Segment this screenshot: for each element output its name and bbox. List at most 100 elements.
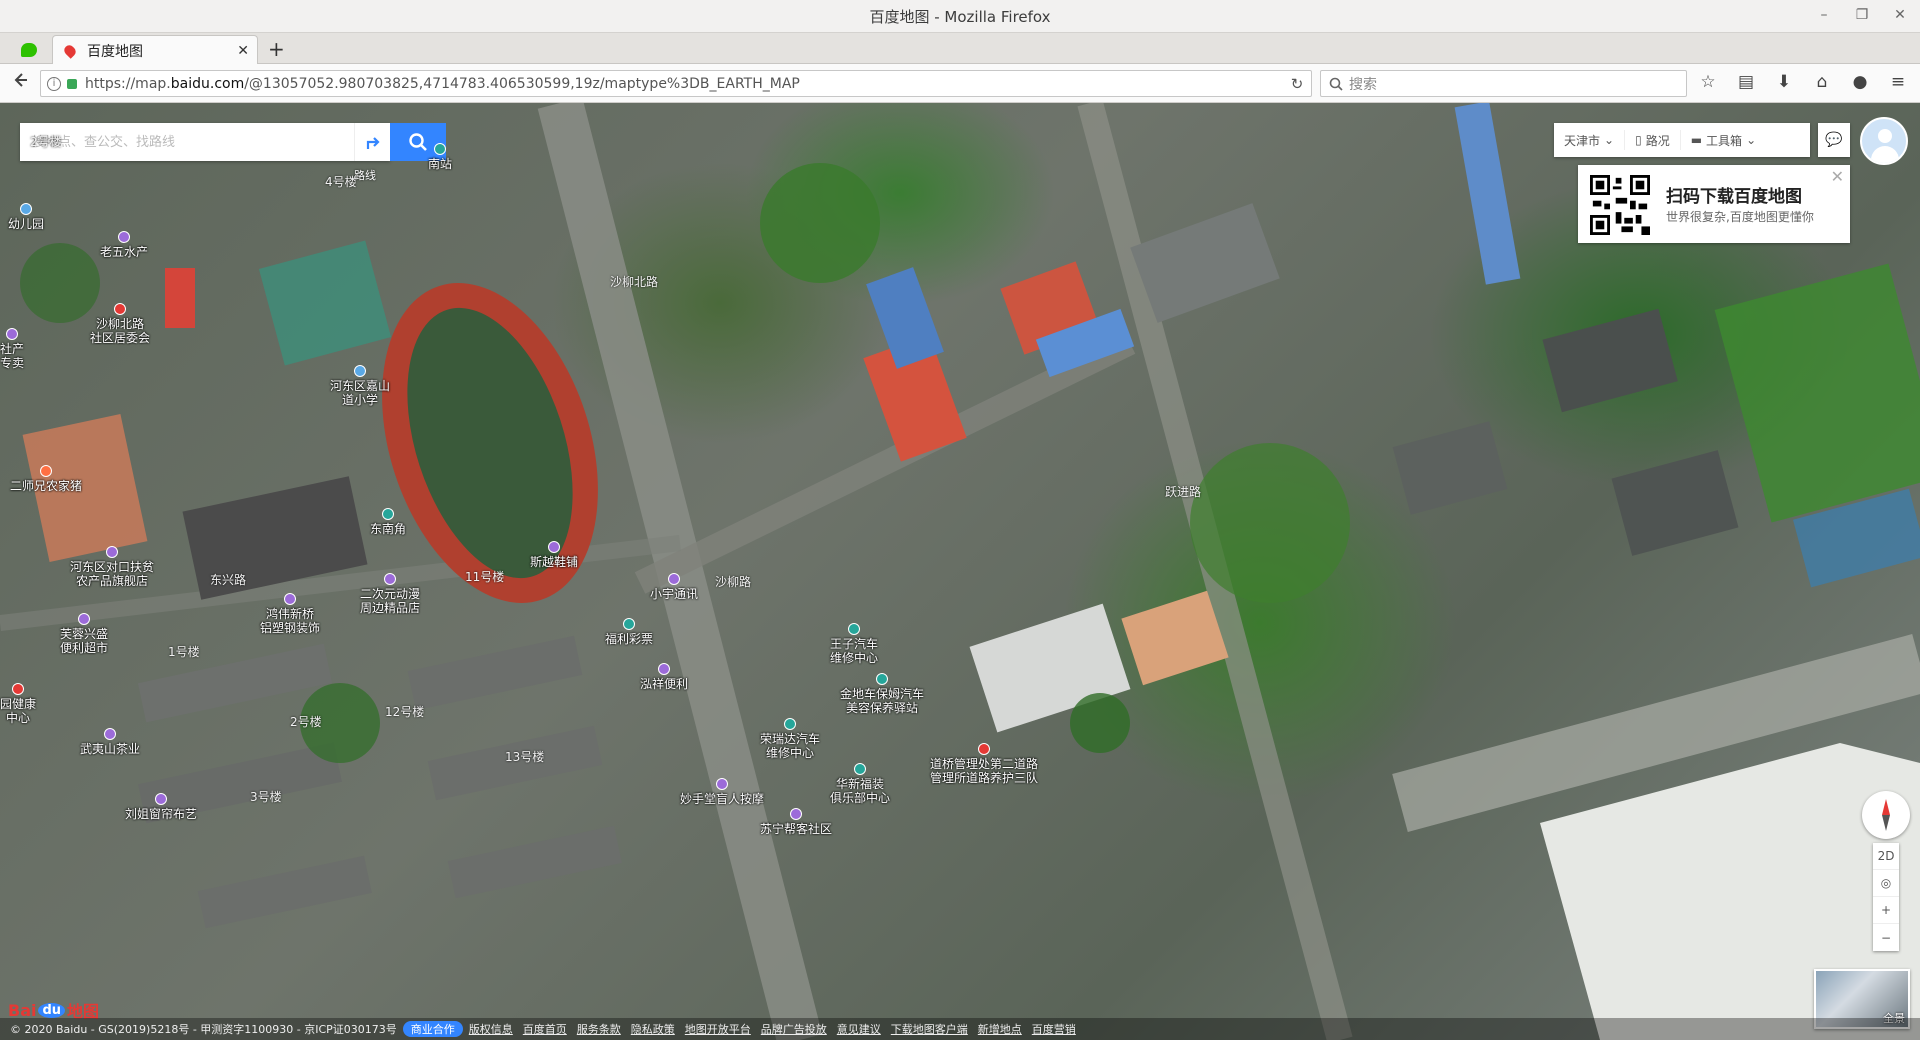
- user-avatar[interactable]: [1860, 117, 1908, 165]
- footer-link[interactable]: 百度首页: [523, 1023, 567, 1036]
- poi-marker[interactable]: 福利彩票: [605, 618, 653, 646]
- url-text[interactable]: https://map.baidu.com/@13057052.98070382…: [85, 76, 1283, 92]
- poi-label: 南站: [428, 157, 453, 171]
- road-label: 12号楼: [385, 705, 425, 719]
- zoom-in-button[interactable]: +: [1873, 897, 1899, 924]
- map-search-input[interactable]: [20, 123, 354, 161]
- footer-link[interactable]: 地图开放平台: [685, 1023, 751, 1036]
- poi-label: 道小学: [342, 393, 379, 408]
- info-icon[interactable]: i: [47, 76, 61, 91]
- footer-link[interactable]: 服务条款: [577, 1023, 621, 1036]
- arrow-left-icon: [14, 73, 27, 87]
- zoom-out-button[interactable]: −: [1873, 924, 1899, 951]
- business-cooperation-link[interactable]: 商业合作: [402, 1021, 463, 1037]
- poi-label: 园健康: [0, 697, 37, 711]
- pinned-tab-wechat[interactable]: [14, 38, 44, 62]
- close-icon[interactable]: ✕: [1892, 7, 1908, 23]
- poi-marker[interactable]: 鸿伟新桥 铝塑钢装饰: [260, 593, 320, 636]
- poi-marker[interactable]: 二师兄农家猪: [10, 465, 82, 493]
- reload-icon[interactable]: ↻: [1283, 75, 1311, 93]
- poi-marker[interactable]: 苏宁帮客社区: [760, 808, 832, 836]
- poi-pin-icon: [854, 763, 866, 775]
- chat-icon[interactable]: ●: [1850, 72, 1870, 92]
- poi-marker[interactable]: 社产 专卖: [0, 328, 24, 371]
- toolbox-button[interactable]: ▬ 工具箱 ⌄: [1681, 130, 1766, 150]
- reading-list-icon[interactable]: ▤: [1736, 72, 1756, 92]
- locate-button[interactable]: ◎: [1873, 870, 1899, 897]
- city-selector[interactable]: 天津市 ⌄: [1554, 130, 1626, 150]
- poi-marker[interactable]: 荣瑞达汽车 维修中心: [760, 718, 820, 761]
- traffic-button[interactable]: ▯ 路况: [1625, 130, 1681, 150]
- url-bar[interactable]: i https://map.baidu.com/@13057052.980703…: [40, 70, 1312, 97]
- footer-links: 版权信息 百度首页 服务条款 隐私政策 地图开放平台 品牌广告投放 意见建议 下载地图客户端新…: [469, 1021, 1086, 1037]
- poi-label: 王子汽车: [830, 637, 879, 651]
- road-label: 4号楼: [325, 175, 357, 189]
- poi-marker[interactable]: 二次元动漫 周边精品店: [360, 573, 420, 616]
- footer-link[interactable]: 品牌广告投放: [761, 1023, 827, 1036]
- poi-marker[interactable]: 南站: [428, 143, 452, 171]
- poi-pin-icon: [668, 573, 680, 585]
- poi-marker[interactable]: 王子汽车 维修中心: [830, 623, 878, 666]
- footer-link[interactable]: 百度营销: [1032, 1023, 1076, 1036]
- footer-link[interactable]: 隐私政策: [631, 1023, 675, 1036]
- poi-pin-icon: [6, 328, 18, 340]
- qr-close-icon[interactable]: ✕: [1831, 167, 1844, 186]
- menu-icon[interactable]: ≡: [1888, 72, 1908, 92]
- poi-label: 维修中心: [830, 651, 879, 666]
- minimize-icon[interactable]: –: [1816, 7, 1832, 23]
- qr-download-panel: 扫码下载百度地图 世界很复杂,百度地图更懂你 ✕: [1578, 165, 1850, 243]
- poi-marker[interactable]: 道桥管理处第二道路 管理所道路养护三队: [930, 743, 1038, 786]
- download-icon[interactable]: ⬇: [1774, 72, 1794, 92]
- road-label: 2号楼: [30, 135, 62, 149]
- poi-label: 荣瑞达汽车: [760, 732, 821, 746]
- poi-pin-icon: [118, 231, 130, 243]
- poi-marker[interactable]: 华新福装 俱乐部中心: [830, 763, 890, 806]
- poi-label: 刘姐窗帘布艺: [125, 807, 198, 821]
- poi-marker[interactable]: 芙蓉兴盛 便利超市: [60, 613, 108, 656]
- poi-marker[interactable]: 小宇通讯: [650, 573, 698, 601]
- bookmark-star-icon[interactable]: ☆: [1698, 72, 1718, 92]
- footer-link[interactable]: 下载地图客户端: [891, 1023, 968, 1036]
- poi-marker[interactable]: 武夷山茶业: [80, 728, 140, 756]
- message-button[interactable]: 💬: [1818, 123, 1850, 157]
- poi-marker[interactable]: 妙手堂盲人按摩: [680, 778, 764, 806]
- poi-label: 小宇通讯: [650, 587, 699, 601]
- new-tab-button[interactable]: +: [268, 37, 285, 61]
- poi-marker[interactable]: 斯越鞋铺: [530, 541, 578, 569]
- compass-control[interactable]: [1862, 791, 1910, 839]
- poi-label: 河东区嘉山: [330, 379, 391, 393]
- browser-search-bar[interactable]: 搜索: [1320, 70, 1687, 97]
- road-label: 跃进路: [1165, 485, 1202, 499]
- satellite-map[interactable]: 路线 天津市⌄ ▯路况 ▬工具箱⌄ 💬 扫码下载百度地图 世界很复杂,百度地图更…: [0, 103, 1920, 1040]
- chevron-down-icon: ⌄: [1604, 133, 1615, 147]
- poi-marker[interactable]: 刘姐窗帘布艺: [125, 793, 197, 821]
- poi-pin-icon: [284, 593, 296, 605]
- tab-close-icon[interactable]: ✕: [237, 43, 249, 59]
- map-pin-icon: [62, 42, 78, 59]
- poi-marker[interactable]: 河东区嘉山 道小学: [330, 365, 390, 408]
- poi-label: 周边精品店: [360, 601, 421, 616]
- footer-link[interactable]: 新增地点: [978, 1023, 1022, 1036]
- poi-label: 专卖: [0, 356, 25, 371]
- plus-icon: +: [1880, 903, 1892, 917]
- poi-marker[interactable]: 园健康 中心: [0, 683, 36, 726]
- poi-marker[interactable]: 沙柳北路 社区居委会: [90, 303, 150, 346]
- poi-marker[interactable]: 泓祥便利: [640, 663, 688, 691]
- poi-marker[interactable]: 幼儿园: [8, 203, 44, 231]
- maximize-icon[interactable]: ❐: [1854, 7, 1870, 23]
- poi-marker[interactable]: 金地车保姆汽车 美容保养驿站: [840, 673, 924, 716]
- message-icon: 💬: [1825, 132, 1843, 148]
- back-button[interactable]: [8, 71, 34, 97]
- poi-label: 幼儿园: [8, 217, 45, 231]
- navigation-bar: i https://map.baidu.com/@13057052.980703…: [0, 64, 1920, 103]
- home-icon[interactable]: ⌂: [1812, 72, 1832, 92]
- tab-title: 百度地图: [87, 43, 143, 60]
- footer-link[interactable]: 意见建议: [837, 1023, 881, 1036]
- footer-link[interactable]: 版权信息: [469, 1023, 513, 1036]
- poi-marker[interactable]: 老五水产: [100, 231, 148, 259]
- view-mode-2d-button[interactable]: 2D: [1873, 843, 1899, 870]
- tab-baidu-map[interactable]: 百度地图 ✕: [52, 35, 258, 65]
- route-button[interactable]: [354, 123, 390, 161]
- poi-marker[interactable]: 河东区对口扶贫 农产品旗舰店: [70, 546, 154, 589]
- poi-marker[interactable]: 东南角: [370, 508, 406, 536]
